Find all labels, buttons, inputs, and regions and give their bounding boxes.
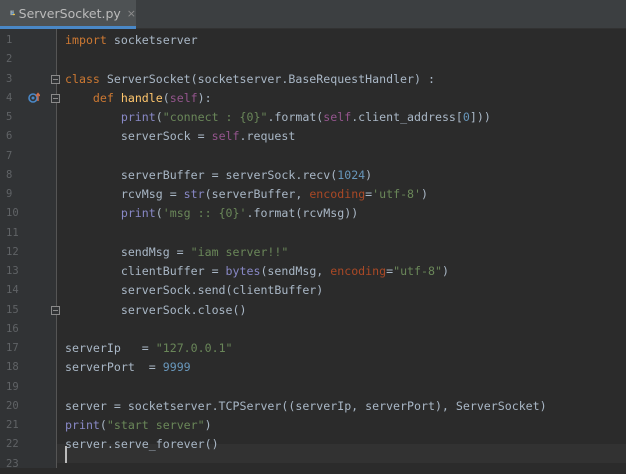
code-line: def handle(self):	[92, 90, 212, 105]
line-number: 15	[0, 301, 60, 320]
line-number: 10	[6, 207, 19, 220]
tab-serversocket-py[interactable]: ServerSocket.py ×	[0, 0, 136, 29]
line-number: 11	[6, 226, 19, 239]
line-number: 5	[6, 111, 13, 123]
line-number: 21	[6, 419, 19, 431]
line-number: 20	[6, 399, 19, 412]
override-method-icon[interactable]	[28, 92, 40, 104]
code-line: sendMsg = "iam server!!"	[120, 244, 289, 259]
code-line: clientBuffer = bytes(sendMsg, encoding="…	[120, 264, 449, 278]
code-line: import socketserver	[65, 33, 198, 47]
code-line: serverSock.send(clientBuffer)	[65, 283, 324, 298]
code-line: print('msg :: {0}'.format(rcvMsg))	[120, 206, 359, 221]
line-number: 6	[6, 130, 13, 143]
code-text-area[interactable]: import socketserver class ServerSocket(s…	[57, 29, 626, 468]
code-editor[interactable]: 1 2 3 4 5 6 7 8 9 10 11 12 13 14 15 16 1…	[0, 29, 626, 470]
code-line: print("connect : {0}".format(self.client…	[120, 110, 491, 124]
line-number: 4	[0, 89, 60, 108]
editor-window: ServerSocket.py × 1 2 3 4 5 6 7 8 9 10 1…	[0, 0, 626, 470]
text-caret	[65, 446, 67, 463]
line-number: 3	[0, 70, 60, 89]
tab-label: ServerSocket.py	[18, 5, 121, 21]
line-number: 18	[6, 361, 19, 374]
line-number: 19	[6, 380, 19, 393]
code-line: serverSock.close()	[65, 302, 247, 317]
editor-tab-bar: ServerSocket.py ×	[0, 0, 626, 29]
line-number: 12	[6, 245, 19, 258]
line-number: 23	[6, 457, 19, 470]
code-line: server.serve_forever()	[65, 437, 219, 452]
code-line: class ServerSocket(socketserver.BaseRequ…	[65, 71, 435, 86]
line-number: 1	[6, 34, 13, 46]
line-number: 2	[6, 53, 13, 66]
code-line: server = socketserver.TCPServer((serverI…	[65, 398, 547, 413]
code-line: serverIp = "127.0.0.1"	[65, 341, 233, 355]
code-line: serverBuffer = serverSock.recv(1024)	[120, 167, 373, 182]
line-number: 22	[6, 438, 19, 451]
line-number-gutter: 1 2 3 4 5 6 7 8 9 10 11 12 13 14 15 16 1…	[0, 29, 60, 470]
line-number: 8	[6, 168, 13, 181]
code-line: serverPort = 9999	[65, 360, 191, 375]
line-number: 9	[6, 188, 13, 200]
code-line: serverSock = self.request	[120, 129, 296, 144]
line-number: 13	[6, 265, 19, 277]
close-icon[interactable]: ×	[127, 7, 136, 20]
line-number: 7	[6, 149, 13, 162]
code-line: rcvMsg = str(serverBuffer, encoding='utf…	[120, 187, 429, 201]
code-line: print("start server")	[65, 418, 212, 432]
line-number: 17	[6, 342, 19, 354]
python-file-icon	[10, 10, 15, 16]
line-number: 14	[6, 284, 19, 297]
line-number: 16	[6, 322, 19, 335]
